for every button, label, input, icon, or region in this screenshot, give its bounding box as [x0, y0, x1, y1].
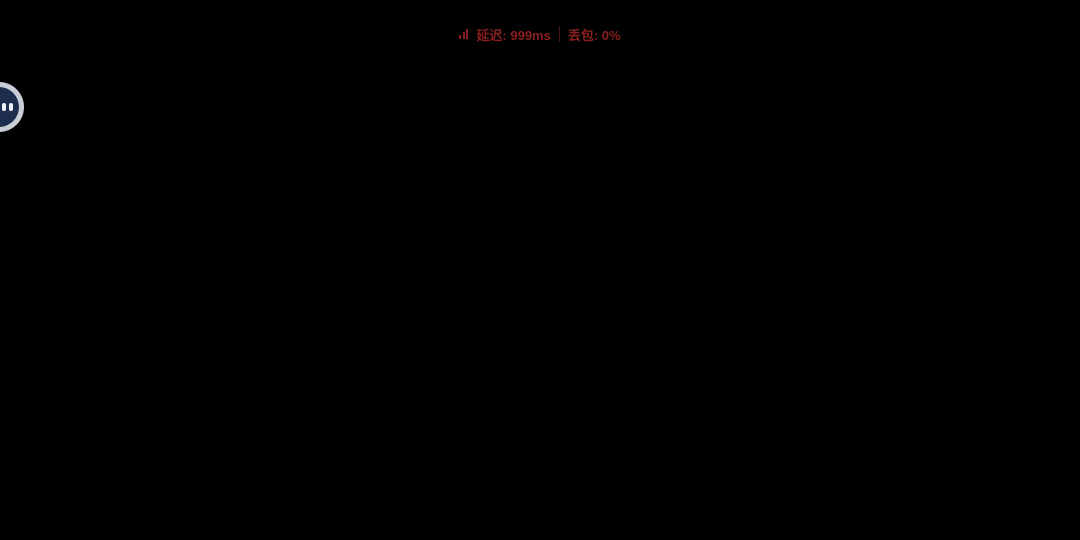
latency-label: 延迟: 999ms [476, 27, 551, 43]
signal-bars-icon [459, 29, 471, 39]
left-eye [2, 103, 6, 111]
assistant-face-icon [0, 87, 19, 127]
packet-loss-label: 丢包: 0% [567, 27, 621, 43]
right-eye [9, 103, 13, 111]
latency-group: 延迟: 999ms [459, 25, 551, 44]
game-stream-view[interactable] [0, 0, 1080, 540]
network-status-bar: 延迟: 999ms 丢包: 0% [0, 24, 1080, 44]
status-divider [558, 26, 560, 42]
